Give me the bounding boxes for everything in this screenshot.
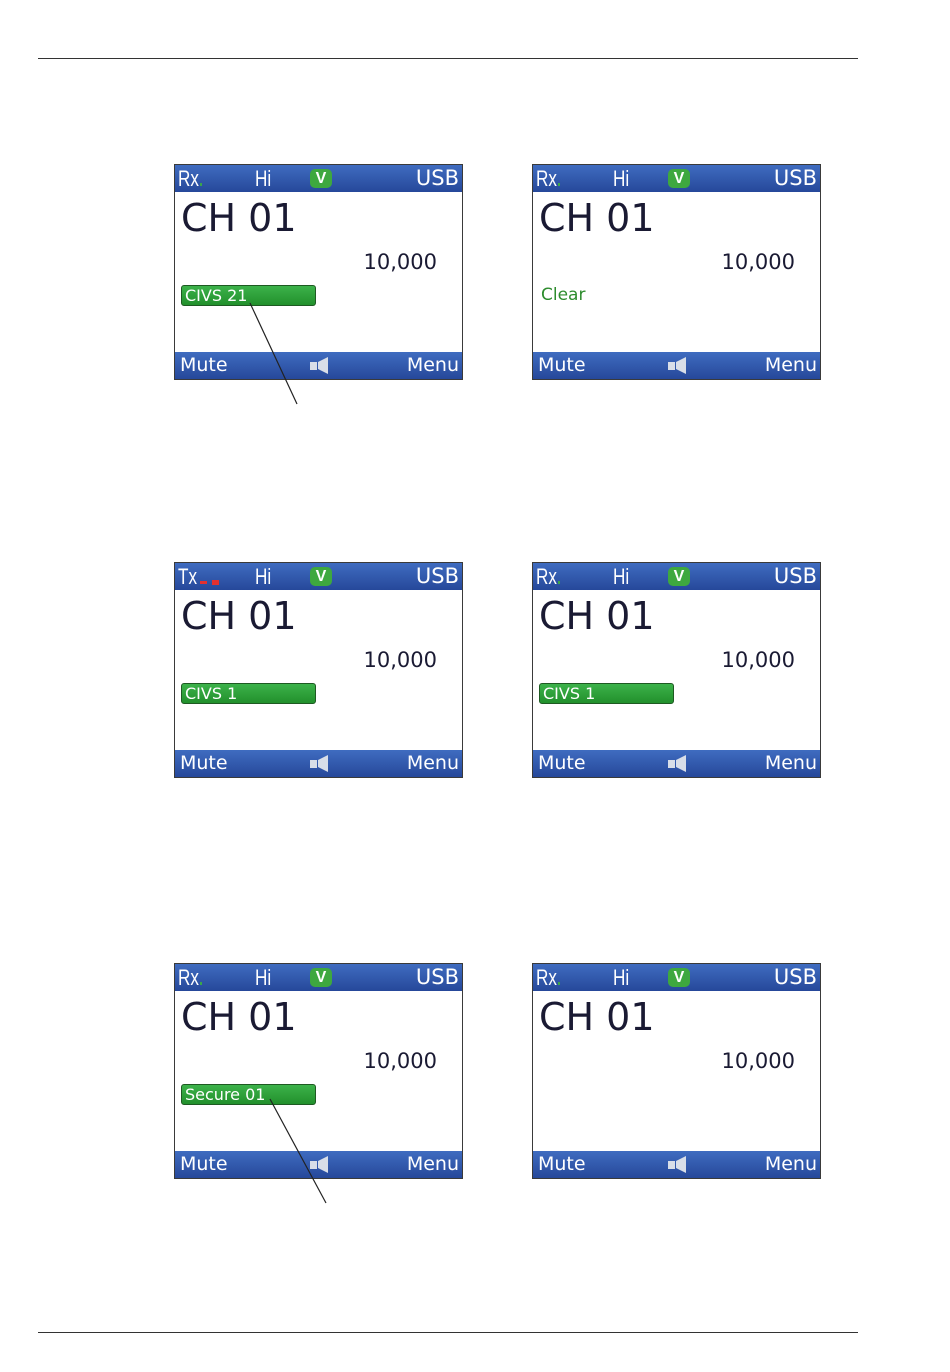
callout-line-1	[249, 302, 298, 405]
callout-lines	[249, 302, 327, 1204]
callout-line-2	[269, 1098, 327, 1204]
